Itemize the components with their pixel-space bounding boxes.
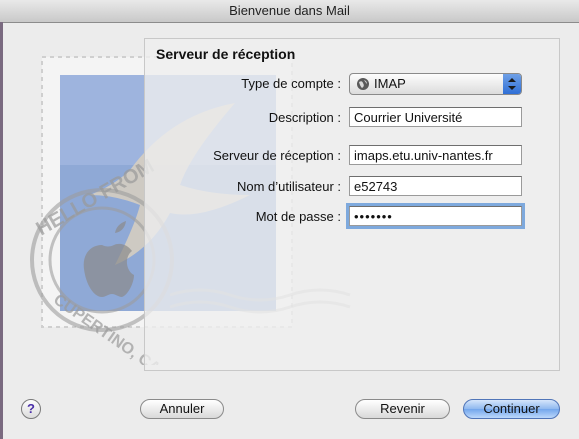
globe-icon [357,78,369,90]
window-edge [0,22,3,439]
section-title: Serveur de réception [156,46,296,62]
username-field[interactable]: e52743 [349,176,522,196]
password-label: Mot de passe : [255,209,341,224]
incoming-server-label: Serveur de réception : [213,148,341,163]
incoming-server-field[interactable]: imaps.etu.univ-nantes.fr [349,145,522,165]
description-field[interactable]: Courrier Université [349,107,522,127]
popup-arrows-icon [503,74,521,94]
password-field[interactable]: ••••••• [346,203,525,229]
account-type-value: IMAP [374,76,406,91]
help-button[interactable]: ? [21,399,41,419]
username-label: Nom d’utilisateur : [236,179,341,194]
cancel-button[interactable]: Annuler [140,399,224,419]
setup-window: Bienvenue dans Mail HELLO FROM CUPERTINO… [0,0,579,439]
window-title: Bienvenue dans Mail [0,0,579,23]
account-type-label: Type de compte : [241,76,341,91]
continue-button[interactable]: Continuer [463,399,560,419]
description-label: Description : [268,110,341,125]
account-type-popup[interactable]: IMAP [349,73,522,95]
back-button[interactable]: Revenir [355,399,450,419]
